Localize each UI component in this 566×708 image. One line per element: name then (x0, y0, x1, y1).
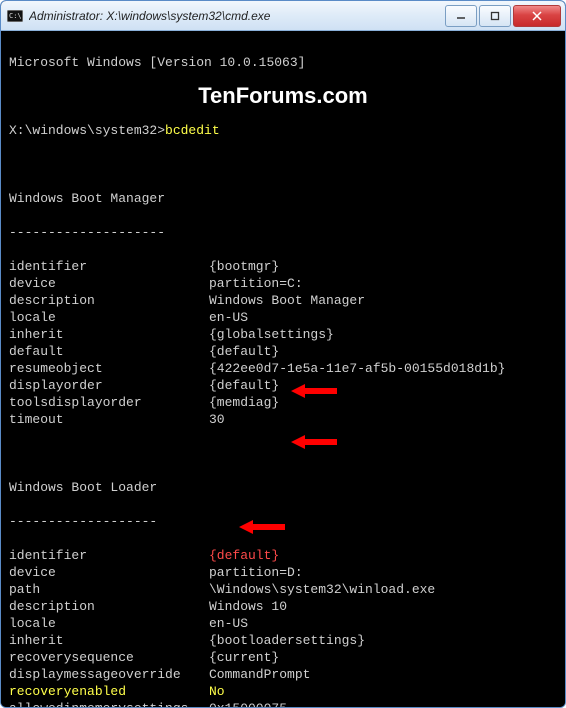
blank (9, 88, 557, 105)
kv-key: recoverysequence (9, 649, 209, 666)
kv-key: displaymessageoverride (9, 666, 209, 683)
kv-key: description (9, 292, 209, 309)
kv-key: locale (9, 309, 209, 326)
terminal-output[interactable]: Microsoft Windows [Version 10.0.15063] X… (1, 31, 565, 707)
kv-row: identifier{bootmgr} (9, 258, 557, 275)
kv-value: {globalsettings} (209, 326, 557, 343)
kv-row: resumeobject{422ee0d7-1e5a-11e7-af5b-001… (9, 360, 557, 377)
kv-row: inherit{globalsettings} (9, 326, 557, 343)
titlebar[interactable]: C:\ Administrator: X:\windows\system32\c… (1, 1, 565, 31)
boot-loader-header: Windows Boot Loader (9, 479, 557, 496)
kv-key: device (9, 564, 209, 581)
kv-row: devicepartition=C: (9, 275, 557, 292)
kv-value: CommandPrompt (209, 666, 557, 683)
kv-value: Windows 10 (209, 598, 557, 615)
kv-key: displayorder (9, 377, 209, 394)
cmd-icon: C:\ (7, 8, 23, 24)
kv-value: {memdiag} (209, 394, 557, 411)
kv-value: en-US (209, 615, 557, 632)
window-controls (443, 5, 561, 27)
kv-key: toolsdisplayorder (9, 394, 209, 411)
cmd-window: C:\ Administrator: X:\windows\system32\c… (0, 0, 566, 708)
divider: ------------------- (9, 513, 557, 530)
window-title: Administrator: X:\windows\system32\cmd.e… (29, 9, 443, 23)
kv-row: displaymessageoverrideCommandPrompt (9, 666, 557, 683)
kv-value: No (209, 683, 557, 700)
divider: -------------------- (9, 224, 557, 241)
kv-row: recoverysequence{current} (9, 649, 557, 666)
kv-row: localeen-US (9, 615, 557, 632)
kv-value: partition=C: (209, 275, 557, 292)
boot-manager-header: Windows Boot Manager (9, 190, 557, 207)
kv-value: partition=D: (209, 564, 557, 581)
kv-row: inherit{bootloadersettings} (9, 632, 557, 649)
kv-key: identifier (9, 258, 209, 275)
kv-row: descriptionWindows 10 (9, 598, 557, 615)
kv-row: toolsdisplayorder{memdiag} (9, 394, 557, 411)
kv-key: allowedinmemorysettings (9, 700, 209, 707)
kv-key: device (9, 275, 209, 292)
kv-value: {default} (209, 343, 557, 360)
boot-loader-block: identifier{default}devicepartition=D:pat… (9, 547, 557, 707)
kv-value: {bootmgr} (209, 258, 557, 275)
kv-value: en-US (209, 309, 557, 326)
kv-value: {422ee0d7-1e5a-11e7-af5b-00155d018d1b} (209, 360, 557, 377)
kv-key: inherit (9, 632, 209, 649)
close-button[interactable] (513, 5, 561, 27)
kv-row: path\Windows\system32\winload.exe (9, 581, 557, 598)
kv-row: timeout30 (9, 411, 557, 428)
maximize-button[interactable] (479, 5, 511, 27)
kv-row: recoveryenabledNo (9, 683, 557, 700)
kv-key: identifier (9, 547, 209, 564)
kv-row: descriptionWindows Boot Manager (9, 292, 557, 309)
cmd-bcdedit: bcdedit (165, 123, 220, 138)
kv-row: allowedinmemorysettings0x15000075 (9, 700, 557, 707)
kv-key: description (9, 598, 209, 615)
kv-row: devicepartition=D: (9, 564, 557, 581)
kv-value: {bootloadersettings} (209, 632, 557, 649)
boot-manager-block: identifier{bootmgr}devicepartition=C:des… (9, 258, 557, 428)
kv-key: timeout (9, 411, 209, 428)
kv-value: {current} (209, 649, 557, 666)
kv-value: \Windows\system32\winload.exe (209, 581, 557, 598)
kv-value: {default} (209, 377, 557, 394)
minimize-button[interactable] (445, 5, 477, 27)
kv-row: displayorder{default} (9, 377, 557, 394)
kv-value: 30 (209, 411, 557, 428)
kv-key: resumeobject (9, 360, 209, 377)
kv-key: inherit (9, 326, 209, 343)
kv-value: {default} (209, 547, 557, 564)
svg-text:C:\: C:\ (9, 12, 22, 20)
prompt-line-1: X:\windows\system32>bcdedit (9, 122, 557, 139)
blank (9, 156, 557, 173)
kv-value: 0x15000075 (209, 700, 557, 707)
kv-row: localeen-US (9, 309, 557, 326)
kv-key: path (9, 581, 209, 598)
kv-row: identifier{default} (9, 547, 557, 564)
kv-key: recoveryenabled (9, 683, 209, 700)
kv-key: locale (9, 615, 209, 632)
kv-value: Windows Boot Manager (209, 292, 557, 309)
version-line: Microsoft Windows [Version 10.0.15063] (9, 54, 557, 71)
blank (9, 445, 557, 462)
kv-row: default{default} (9, 343, 557, 360)
kv-key: default (9, 343, 209, 360)
